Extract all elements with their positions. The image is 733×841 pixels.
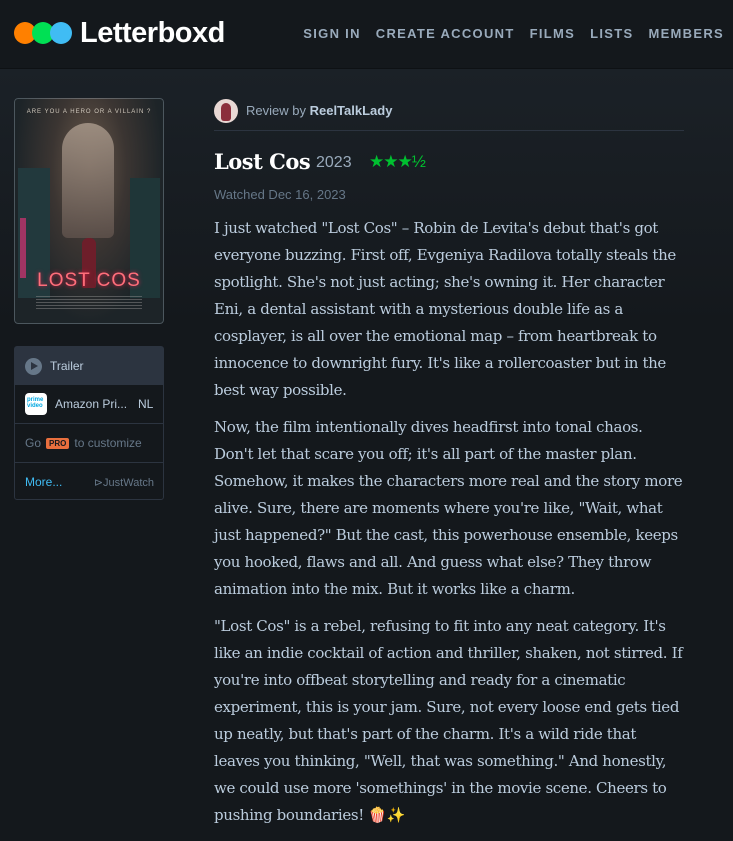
- reviewer-name[interactable]: ReelTalkLady: [310, 103, 393, 118]
- reviewer-avatar[interactable]: [214, 99, 238, 123]
- go-text: Go: [25, 436, 42, 450]
- more-row: More... ⊳JustWatch: [15, 463, 163, 501]
- where-to-watch-panel: Trailer prime video Amazon Pri... NL Go …: [14, 346, 164, 500]
- byline-prefix: Review by: [246, 103, 306, 118]
- review-byline: Review by ReelTalkLady: [246, 103, 392, 118]
- poster-tagline: ARE YOU A HERO OR A VILLAIN ?: [26, 109, 152, 115]
- nav-members[interactable]: MEMBERS: [648, 26, 724, 41]
- review-body: I just watched "Lost Cos" – Robin de Lev…: [214, 215, 684, 839]
- poster-credits: [36, 296, 142, 310]
- nav-lists[interactable]: LISTS: [590, 26, 633, 41]
- trailer-link[interactable]: Trailer: [15, 347, 163, 385]
- main-nav: SIGN IN CREATE ACCOUNT FILMS LISTS MEMBE…: [288, 26, 724, 41]
- rating-stars-icon: ★★★½: [369, 152, 426, 171]
- customize-text: to customize: [74, 436, 142, 450]
- trailer-label: Trailer: [50, 359, 84, 373]
- service-name: Amazon Pri...: [55, 397, 128, 411]
- logo-dots-icon: [14, 22, 72, 44]
- watched-date: Watched Dec 16, 2023: [214, 187, 346, 202]
- letterboxd-logo[interactable]: Letterboxd: [14, 17, 225, 49]
- poster-title: LOST COS: [37, 270, 141, 291]
- service-region: NL: [138, 397, 154, 411]
- nav-create-account[interactable]: CREATE ACCOUNT: [376, 26, 515, 41]
- prime-video-icon: prime video: [25, 393, 47, 415]
- review-paragraph: I just watched "Lost Cos" – Robin de Lev…: [214, 219, 676, 399]
- poster-statue: [62, 123, 114, 238]
- divider: [214, 130, 684, 131]
- play-icon: [25, 357, 42, 375]
- pro-badge: PRO: [46, 437, 70, 449]
- review-paragraph: Now, the film intentionally dives headfi…: [214, 418, 683, 598]
- justwatch-link[interactable]: ⊳JustWatch: [94, 476, 154, 489]
- nav-films[interactable]: FILMS: [530, 26, 576, 41]
- review-paragraph: "Lost Cos" is a rebel, refusing to fit i…: [214, 617, 683, 824]
- nav-sign-in[interactable]: SIGN IN: [303, 26, 361, 41]
- streaming-service-row[interactable]: prime video Amazon Pri... NL: [15, 385, 163, 424]
- film-title[interactable]: Lost Cos: [214, 149, 311, 174]
- site-header: Letterboxd SIGN IN CREATE ACCOUNT FILMS …: [0, 0, 733, 69]
- film-poster[interactable]: ARE YOU A HERO OR A VILLAIN ? LOST COS: [14, 98, 164, 324]
- logo-text: Letterboxd: [80, 16, 225, 49]
- film-year[interactable]: 2023: [316, 154, 352, 172]
- more-link[interactable]: More...: [25, 475, 62, 489]
- go-pro-row[interactable]: Go PRO to customize: [15, 424, 163, 463]
